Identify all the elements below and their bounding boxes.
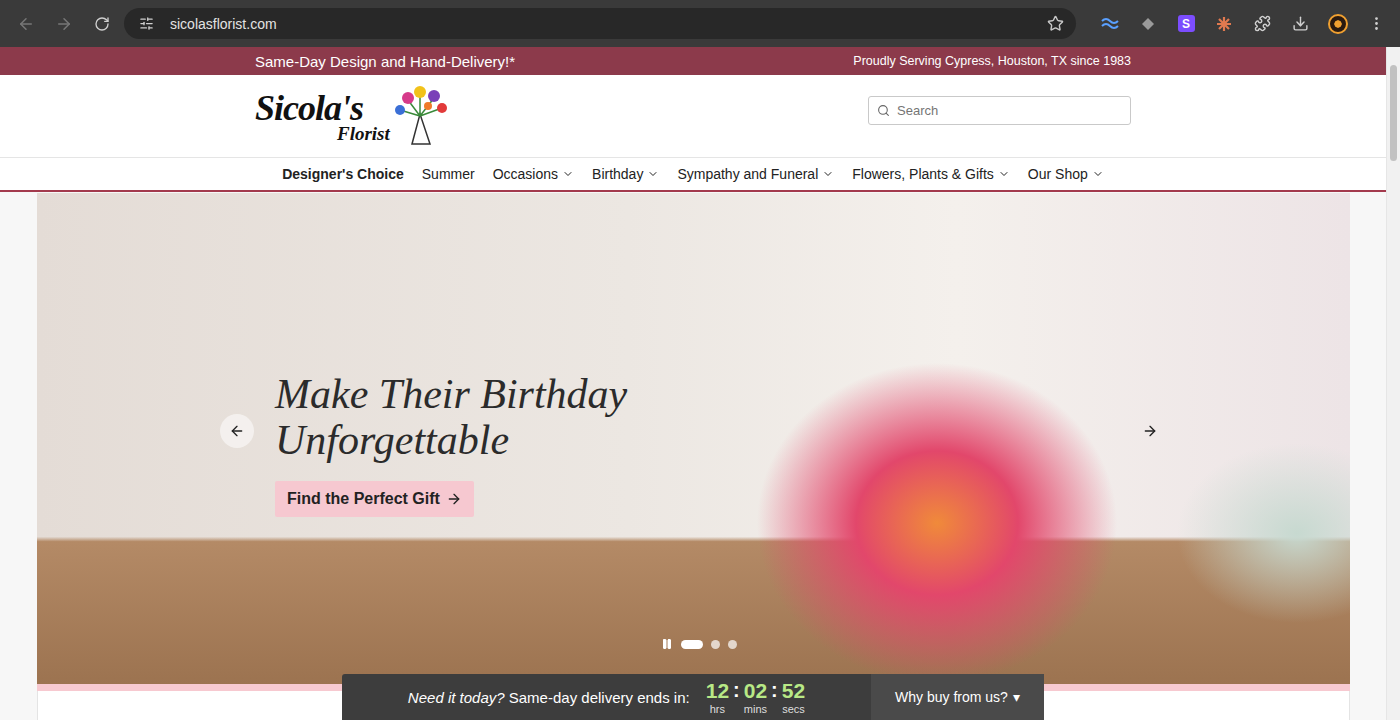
nav-item[interactable]: Occasions <box>493 166 574 182</box>
extension-gray-icon[interactable] <box>1132 8 1164 40</box>
url-text[interactable]: sicolasflorist.com <box>170 16 1039 32</box>
scrollbar-thumb[interactable] <box>1390 65 1397 161</box>
nav-item[interactable]: Our Shop <box>1028 166 1104 182</box>
site-logo[interactable]: Sicola'sFlorist <box>255 84 452 148</box>
arrow-right-icon <box>446 491 462 507</box>
nav-item[interactable]: Sympathy and Funeral <box>677 166 834 182</box>
search-icon <box>877 104 890 117</box>
carousel-next-button[interactable] <box>1133 414 1167 448</box>
arrow-right-icon <box>1142 423 1158 439</box>
nav-item[interactable]: Summer <box>422 166 475 182</box>
countdown-bar: Need it today? Same-day delivery ends in… <box>342 674 1044 720</box>
site-info-icon[interactable] <box>130 8 162 40</box>
hero-banner: Make Their BirthdayUnforgettable Find the… <box>37 193 1350 684</box>
nav-item[interactable]: Flowers, Plants & Gifts <box>852 166 1010 182</box>
nav-item[interactable]: Birthday <box>592 166 659 182</box>
why-buy-button[interactable]: Why buy from us? ▾ <box>871 674 1044 720</box>
back-icon[interactable] <box>10 8 42 40</box>
download-icon[interactable] <box>1284 8 1316 40</box>
nav-item[interactable]: Designer's Choice <box>282 166 404 182</box>
search-field[interactable]: Search <box>868 96 1131 125</box>
chevron-down-icon <box>998 168 1010 180</box>
menu-icon[interactable] <box>1360 8 1392 40</box>
extensions-puzzle-icon[interactable] <box>1246 8 1278 40</box>
reload-icon[interactable] <box>86 8 118 40</box>
bookmark-star-icon[interactable] <box>1047 15 1064 32</box>
bouquet-logo-icon <box>390 84 452 148</box>
site-header: Sicola'sFlorist Search <box>0 75 1386 157</box>
chevron-down-icon <box>647 168 659 180</box>
web-page: Same-Day Design and Hand-Delivery!* Proud… <box>0 47 1386 720</box>
hero-title: Make Their BirthdayUnforgettable <box>275 371 627 463</box>
promo-bar: Same-Day Design and Hand-Delivery!* Proud… <box>0 47 1386 75</box>
carousel-dot[interactable] <box>711 640 720 649</box>
chevron-down-icon <box>822 168 834 180</box>
carousel-prev-button[interactable] <box>220 414 254 448</box>
profile-avatar-icon[interactable] <box>1322 8 1354 40</box>
carousel-dot[interactable] <box>681 640 703 649</box>
countdown-timer: 12hrs:02mins:52secs <box>706 680 805 715</box>
extension-asterisk-icon[interactable] <box>1208 8 1240 40</box>
browser-window: sicolasflorist.com S Same-Day Design and H… <box>0 0 1400 720</box>
main-nav: Designer's Choice Summer Occasions Birthday… <box>0 157 1386 192</box>
extension-s-icon[interactable]: S <box>1170 8 1202 40</box>
chevron-down-icon <box>1092 168 1104 180</box>
promo-left-text: Same-Day Design and Hand-Delivery!* <box>255 53 515 70</box>
carousel-dot[interactable] <box>728 640 737 649</box>
pause-icon[interactable] <box>661 638 673 650</box>
promo-right-text: Proudly Serving Cypress, Houston, TX sin… <box>853 54 1131 68</box>
countdown-label: Need it today? Same-day delivery ends in… <box>408 689 690 706</box>
carousel-dots <box>661 638 737 650</box>
address-bar[interactable]: sicolasflorist.com <box>124 8 1076 39</box>
scrollbar[interactable] <box>1386 47 1400 720</box>
extension-waves-icon[interactable] <box>1094 8 1126 40</box>
forward-icon[interactable] <box>48 8 80 40</box>
browser-toolbar: sicolasflorist.com S <box>0 0 1400 47</box>
arrow-left-icon <box>229 423 245 439</box>
chevron-down-icon <box>562 168 574 180</box>
hero-cta-button[interactable]: Find the Perfect Gift <box>275 481 474 517</box>
